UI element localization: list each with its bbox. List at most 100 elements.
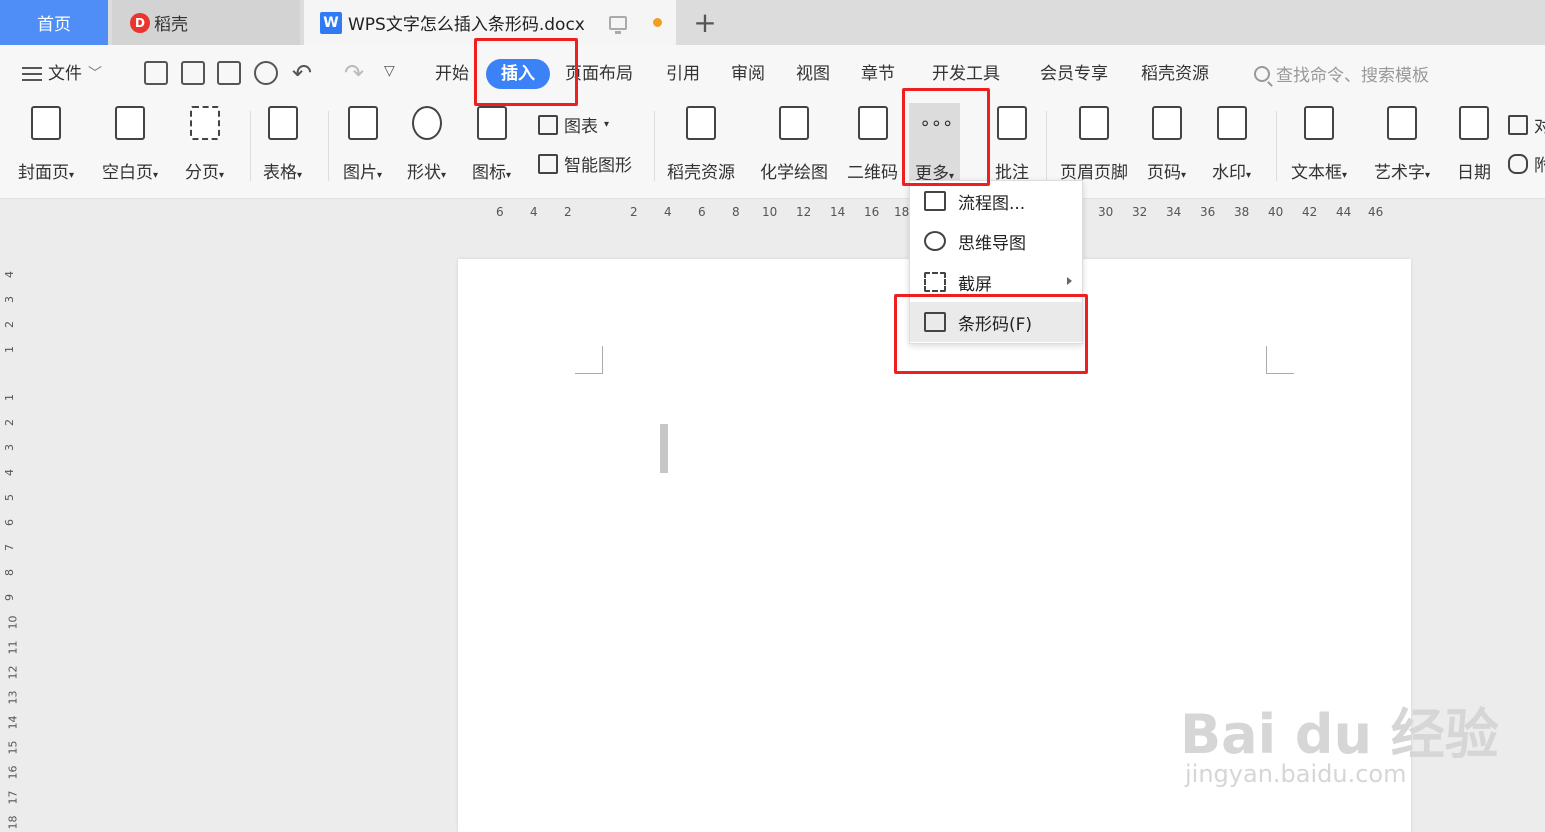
ruler-tick-label: 7 xyxy=(3,544,16,551)
cover-page-button[interactable]: 封面页▾ xyxy=(18,106,74,183)
table-label: 表格 xyxy=(263,163,297,183)
chart-button[interactable]: 图表 ▾ xyxy=(538,112,609,137)
export-pdf-icon[interactable] xyxy=(181,61,205,85)
store-icon xyxy=(686,106,716,140)
print-icon[interactable] xyxy=(217,61,241,85)
icon-library-button[interactable]: 图标▾ xyxy=(472,106,511,183)
table-button[interactable]: 表格▾ xyxy=(263,106,302,183)
qrcode-icon xyxy=(857,106,888,140)
ruler-tick-label: 44 xyxy=(1336,205,1352,219)
undo-icon[interactable]: ↶ xyxy=(292,59,312,87)
ruler-tick-label: 11 xyxy=(6,640,20,655)
ruler-tick-label: 8 xyxy=(3,569,16,576)
chemistry-button[interactable]: 化学绘图 xyxy=(760,106,828,183)
save-icon[interactable] xyxy=(144,61,168,85)
page-number-button[interactable]: 页码▾ xyxy=(1147,106,1186,183)
blank-page-label: 空白页 xyxy=(102,163,153,183)
menu-tab-chapter[interactable]: 章节 xyxy=(861,63,895,85)
date-button[interactable]: 日期 xyxy=(1457,106,1491,183)
annotation-insert-tab xyxy=(474,38,578,106)
vertical-ruler[interactable]: 4 3 2 1 1 2 3 4 5 6 7 8 9 10 11 12 13 14… xyxy=(0,262,22,832)
command-search[interactable]: 查找命令、搜索模板 xyxy=(1254,61,1429,86)
menu-tab-references[interactable]: 引用 xyxy=(666,63,700,85)
annotation-more-button xyxy=(902,88,990,186)
shape-button[interactable]: 形状▾ xyxy=(407,106,446,183)
object-button[interactable]: 对 xyxy=(1508,112,1545,137)
menu-tab-view[interactable]: 视图 xyxy=(796,63,830,85)
flask-icon xyxy=(779,106,809,140)
tab-daoke-label: 稻壳 xyxy=(154,15,188,35)
margin-corner-right xyxy=(1266,346,1294,374)
ruler-tick-label: 10 xyxy=(762,205,778,219)
table-icon xyxy=(267,106,298,140)
ruler-tick-label: 16 xyxy=(6,765,20,780)
ruler-tick-label: 8 xyxy=(732,205,740,219)
mindmap-icon xyxy=(924,231,946,251)
menu-tab-member[interactable]: 会员专享 xyxy=(1040,63,1108,85)
menu-tab-start[interactable]: 开始 xyxy=(435,63,469,85)
chart-label: 图表 xyxy=(564,117,598,137)
menu-tab-developer[interactable]: 开发工具 xyxy=(932,63,1000,85)
menu-item-mindmap[interactable]: 思维导图 xyxy=(910,221,1082,261)
page-break-button[interactable]: 分页▾ xyxy=(185,106,224,183)
picture-label: 图片 xyxy=(343,163,377,183)
print-preview-icon[interactable] xyxy=(254,61,278,85)
chart-icon xyxy=(538,114,558,135)
menu-tab-review[interactable]: 审阅 xyxy=(731,63,765,85)
wordart-label: 艺术字 xyxy=(1374,163,1425,183)
chemistry-label: 化学绘图 xyxy=(760,163,828,183)
ruler-tick-label: 6 xyxy=(3,519,16,526)
plus-icon: + xyxy=(693,6,717,39)
ribbon-divider xyxy=(654,111,655,181)
ruler-tick-label: 14 xyxy=(6,715,20,730)
ruler-tick-label: 2 xyxy=(3,419,16,426)
ruler-tick-label: 15 xyxy=(6,740,20,755)
blank-page-button[interactable]: 空白页▾ xyxy=(102,106,158,183)
qrcode-label: 二维码 xyxy=(847,163,898,183)
ruler-tick-label: 6 xyxy=(698,205,706,219)
ruler-tick-label: 30 xyxy=(1098,205,1114,219)
ruler-tick-label: 36 xyxy=(1200,205,1216,219)
attachment-button[interactable]: 附 xyxy=(1508,151,1545,176)
chevron-down-icon: ﹀ xyxy=(88,66,102,82)
date-label: 日期 xyxy=(1457,163,1491,183)
redo-icon[interactable]: ↷ xyxy=(344,59,364,87)
paperclip-icon xyxy=(1508,153,1528,174)
ribbon-divider xyxy=(1276,111,1277,181)
tab-daoke[interactable]: D 稻壳 xyxy=(112,0,300,45)
search-icon xyxy=(1254,65,1270,82)
submenu-arrow-icon xyxy=(1067,277,1072,285)
wordart-button[interactable]: 艺术字▾ xyxy=(1374,106,1430,183)
smartart-button[interactable]: 智能图形 xyxy=(538,151,632,176)
file-menu[interactable]: 文件 ﹀ xyxy=(22,63,102,85)
textbox-button[interactable]: 文本框▾ xyxy=(1291,106,1347,183)
comment-button[interactable]: 批注 xyxy=(995,106,1029,183)
picture-icon xyxy=(347,106,378,140)
new-tab-button[interactable]: + xyxy=(690,0,720,45)
customize-toolbar-icon[interactable]: ▽ xyxy=(384,63,395,79)
ruler-tick-label: 13 xyxy=(6,690,20,705)
icon-library-label: 图标 xyxy=(472,163,506,183)
menu-item-flowchart[interactable]: 流程图... xyxy=(910,181,1082,221)
ruler-tick-label: 4 xyxy=(664,205,672,219)
tab-home[interactable]: 首页 xyxy=(0,0,108,45)
tab-document-label: WPS文字怎么插入条形码.docx xyxy=(348,15,585,35)
menu-tab-daoke[interactable]: 稻壳资源 xyxy=(1141,63,1209,85)
ribbon-divider xyxy=(250,111,251,181)
ruler-tick-label: 3 xyxy=(3,444,16,451)
qrcode-button[interactable]: 二维码 xyxy=(847,106,898,183)
ruler-tick-label: 2 xyxy=(564,205,572,219)
annotation-barcode-item xyxy=(894,294,1088,374)
watermark-button[interactable]: 水印▾ xyxy=(1212,106,1251,183)
object-icon xyxy=(1508,114,1528,135)
picture-button[interactable]: 图片▾ xyxy=(343,106,382,183)
monitor-icon[interactable] xyxy=(608,15,627,34)
ruler-tick-label: 2 xyxy=(630,205,638,219)
header-footer-button[interactable]: 页眉页脚 xyxy=(1060,106,1128,183)
daoke-resources-button[interactable]: 稻壳资源 xyxy=(667,106,735,183)
cover-page-icon xyxy=(31,106,62,140)
ruler-tick-label: 18 xyxy=(6,815,20,830)
object-label: 对 xyxy=(1534,117,1545,137)
calendar-icon xyxy=(1459,106,1489,140)
page-break-icon xyxy=(189,106,220,140)
